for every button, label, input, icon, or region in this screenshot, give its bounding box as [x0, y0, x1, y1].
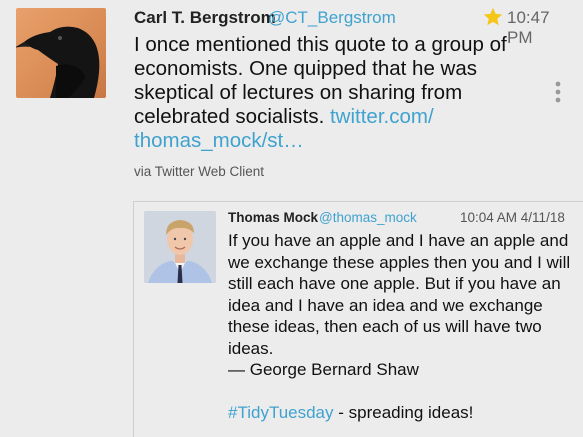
author-handle[interactable]: @CT_Bergstrom — [268, 8, 396, 28]
author-avatar[interactable] — [16, 8, 106, 98]
quoted-tweet-time: 10:04 AM 4/11/18 — [460, 210, 565, 225]
tweet-body: I once mentioned this quote to a group o… — [134, 33, 507, 128]
quoted-author-avatar[interactable] — [144, 211, 216, 283]
quoted-after-hashtag: - spreading ideas! — [333, 403, 474, 422]
tweet-text: I once mentioned this quote to a group o… — [134, 33, 534, 153]
tweet-header: Carl T. Bergstrom @CT_Bergstrom 10:47 PM — [134, 6, 574, 47]
person-avatar-image — [144, 211, 216, 283]
quoted-tweet-card[interactable]: Thomas Mock @thomas_mock 10:04 AM 4/11/1… — [133, 201, 583, 437]
quoted-body: If you have an apple and I have an apple… — [228, 231, 571, 379]
tweet-source: via Twitter Web Client — [134, 164, 265, 179]
crow-avatar-image — [16, 8, 106, 98]
quoted-tweet-text: If you have an apple and I have an apple… — [228, 230, 578, 424]
hashtag-link[interactable]: #TidyTuesday — [228, 403, 334, 422]
quoted-author-handle[interactable]: @thomas_mock — [319, 210, 417, 225]
star-icon[interactable] — [482, 6, 504, 28]
more-vertical-icon[interactable] — [553, 80, 563, 104]
quoted-author-name[interactable]: Thomas Mock — [228, 210, 318, 225]
author-name[interactable]: Carl T. Bergstrom — [134, 8, 276, 28]
